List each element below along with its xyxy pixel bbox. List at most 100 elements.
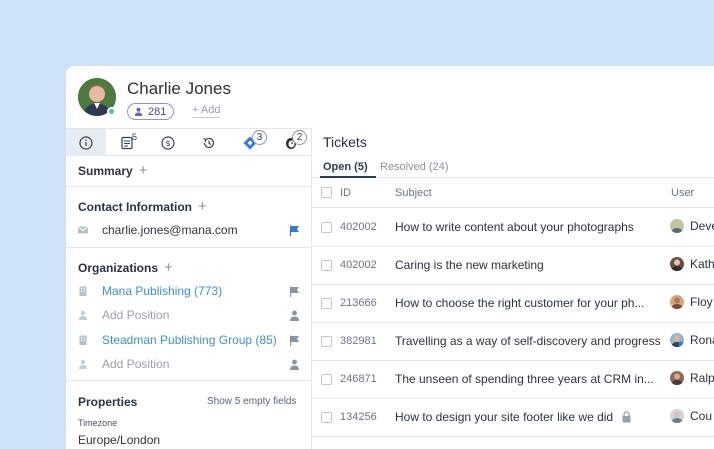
- summary-title-text: Summary: [78, 164, 133, 178]
- organization-row[interactable]: Mana Publishing (773): [78, 281, 300, 301]
- select-all-checkbox[interactable]: [321, 187, 332, 198]
- show-empty-fields-button[interactable]: Show 5 empty fields: [207, 396, 297, 407]
- ticket-id: 402002: [340, 221, 377, 233]
- user-avatar: [670, 333, 684, 347]
- organization-link[interactable]: Mana Publishing (773): [102, 284, 289, 298]
- summary-section-title: Summary +: [78, 163, 148, 178]
- building-icon: [79, 335, 87, 345]
- tab-info[interactable]: [66, 129, 106, 156]
- organizations-title-text: Organizations: [78, 261, 159, 275]
- ticket-subject[interactable]: Travelling as a way of self-discovery an…: [395, 334, 661, 348]
- position-row[interactable]: Add Position: [78, 305, 300, 325]
- add-button[interactable]: + Add: [192, 104, 221, 118]
- add-contact-info-icon[interactable]: +: [198, 199, 207, 214]
- email-icon: [78, 226, 88, 234]
- user-name: Rona: [690, 333, 714, 347]
- table-row[interactable]: 402002 How to write content about your p…: [312, 209, 714, 247]
- row-checkbox[interactable]: [321, 336, 332, 347]
- tab-resolved-tickets[interactable]: Resolved (24): [380, 161, 448, 173]
- person-badge-icon[interactable]: [289, 310, 300, 321]
- properties-title-text: Properties: [78, 395, 138, 409]
- contact-header: Charlie Jones 281 + Add: [66, 66, 714, 128]
- user-avatar: [670, 219, 684, 233]
- email-row[interactable]: charlie.jones@mana.com: [78, 220, 300, 240]
- row-checkbox[interactable]: [321, 298, 332, 309]
- contact-info-title-text: Contact Information: [78, 200, 192, 214]
- ticket-subject[interactable]: How to write content about your photogra…: [395, 220, 634, 234]
- contact-tabs: 5 $ 3 2: [66, 128, 312, 156]
- svg-text:$: $: [165, 139, 170, 148]
- ticket-subject-text[interactable]: How to design your site footer like we d…: [395, 410, 613, 424]
- tickets-title: Tickets: [323, 134, 367, 150]
- flag-icon[interactable]: [289, 225, 300, 236]
- tab-history[interactable]: [189, 129, 229, 156]
- ticket-id: 134256: [340, 411, 377, 423]
- jira-count-badge: 3: [252, 130, 267, 145]
- tab-deals[interactable]: $: [148, 129, 188, 156]
- person-icon: [134, 107, 143, 116]
- ticket-subject[interactable]: How to design your site footer like we d…: [395, 410, 632, 424]
- user-name: Ralp: [690, 371, 714, 385]
- add-summary-icon[interactable]: +: [139, 163, 148, 178]
- email-address[interactable]: charlie.jones@mana.com: [102, 223, 289, 237]
- column-header-subject[interactable]: Subject: [395, 187, 432, 199]
- tickets-table-header: ID Subject User: [312, 178, 714, 208]
- position-row[interactable]: Add Position: [78, 354, 300, 374]
- history-icon: [203, 137, 215, 148]
- properties-section-title: Properties: [78, 395, 137, 409]
- tab-open-tickets[interactable]: Open (5): [323, 161, 368, 173]
- mailchimp-count-badge: 2: [292, 130, 307, 145]
- tab-mailchimp[interactable]: 2: [271, 129, 311, 156]
- column-header-user[interactable]: User: [671, 187, 694, 199]
- table-row[interactable]: 402002 Caring is the new marketing Kath: [312, 247, 714, 285]
- tab-jira[interactable]: 3: [230, 129, 270, 156]
- ticket-user[interactable]: Cou: [670, 409, 712, 423]
- ticket-user[interactable]: Ralp: [670, 371, 714, 385]
- organization-link[interactable]: Steadman Publishing Group (85): [102, 333, 289, 347]
- table-row[interactable]: 382981 Travelling as a way of self-disco…: [312, 323, 714, 361]
- ticket-subject[interactable]: How to choose the right customer for you…: [395, 296, 644, 310]
- ticket-subject[interactable]: Caring is the new marketing: [395, 258, 544, 272]
- user-avatar: [670, 409, 684, 423]
- column-header-id[interactable]: ID: [340, 187, 351, 199]
- flag-icon[interactable]: [289, 335, 300, 346]
- ticket-subject-text[interactable]: How to write content about your photogra…: [395, 220, 634, 234]
- person-badge-icon[interactable]: [289, 359, 300, 370]
- user-name: Floy: [690, 295, 713, 309]
- ticket-subject-text[interactable]: Caring is the new marketing: [395, 258, 544, 272]
- row-checkbox[interactable]: [321, 412, 332, 423]
- ticket-user[interactable]: Kath: [670, 257, 714, 271]
- tab-notes[interactable]: 5: [107, 129, 147, 156]
- dollar-icon: $: [161, 135, 175, 150]
- ticket-subject-text[interactable]: The unseen of spending three years at CR…: [395, 372, 654, 386]
- add-position-link[interactable]: Add Position: [102, 357, 289, 371]
- organization-row[interactable]: Steadman Publishing Group (85): [78, 330, 300, 350]
- ticket-user[interactable]: Rona: [670, 333, 714, 347]
- user-name: Kath: [690, 257, 714, 271]
- flag-icon[interactable]: [289, 286, 300, 297]
- ticket-id: 246871: [340, 373, 377, 385]
- followers-badge[interactable]: 281: [127, 103, 175, 120]
- row-checkbox[interactable]: [321, 260, 332, 271]
- table-row[interactable]: 134256 How to design your site footer li…: [312, 399, 714, 437]
- table-row[interactable]: 213666 How to choose the right customer …: [312, 285, 714, 323]
- add-position-link[interactable]: Add Position: [102, 308, 289, 322]
- contact-name: Charlie Jones: [127, 79, 231, 98]
- lock-icon: [622, 411, 631, 423]
- ticket-user[interactable]: Floy: [670, 295, 713, 309]
- info-icon: [79, 135, 93, 150]
- online-status-indicator: [107, 107, 116, 116]
- row-checkbox[interactable]: [321, 374, 332, 385]
- ticket-subject[interactable]: The unseen of spending three years at CR…: [395, 372, 654, 386]
- building-icon: [79, 286, 87, 296]
- notes-count-badge: 5: [132, 132, 138, 142]
- ticket-id: 382981: [340, 335, 377, 347]
- add-organization-icon[interactable]: +: [164, 260, 173, 275]
- row-checkbox[interactable]: [321, 222, 332, 233]
- ticket-user[interactable]: Deve: [670, 219, 714, 233]
- timezone-value[interactable]: Europe/London: [78, 433, 160, 447]
- ticket-subject-text[interactable]: Travelling as a way of self-discovery an…: [395, 334, 661, 348]
- divider: [66, 186, 311, 187]
- table-row[interactable]: 246871 The unseen of spending three year…: [312, 361, 714, 399]
- ticket-subject-text[interactable]: How to choose the right customer for you…: [395, 296, 644, 310]
